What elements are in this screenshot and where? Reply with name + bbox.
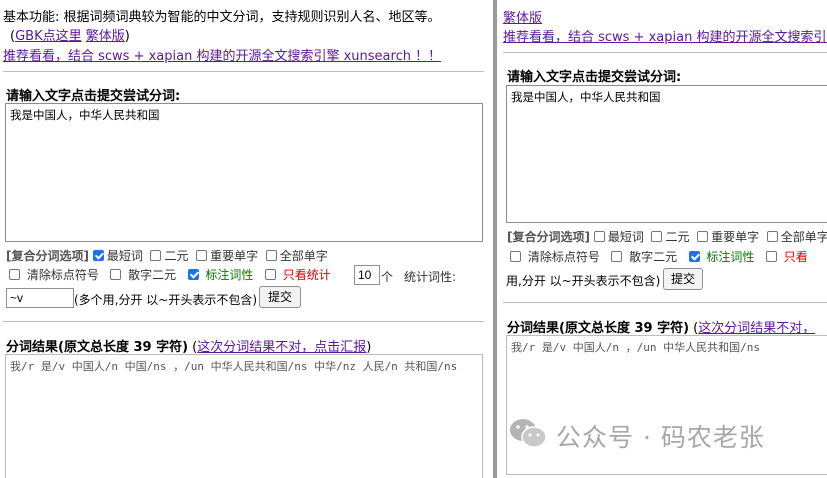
watermark: 公众号 · 码农老张 (508, 416, 765, 456)
all-single-label: 全部单字 (279, 249, 328, 263)
right-pos-filter-hint: 用,分开 以~开头表示不包含) (506, 274, 661, 288)
binary-checkbox[interactable] (150, 250, 162, 261)
right-pane: ─────────────── 繁体版 推荐看看，结合 scws + xapia… (497, 0, 827, 478)
right-remove-punct-label: 清除标点符号 (527, 250, 600, 264)
divider-top (3, 71, 484, 72)
tag-pos-checkbox[interactable] (187, 269, 199, 280)
result-textarea[interactable]: 我/r 是/v 中国人/n 中国/ns ，/un 中华人民共和国/ns 中华/n… (5, 354, 483, 478)
options-row-1: [复合分词选项] 最短词 二元 重要单字 全部单字 (6, 247, 328, 264)
report-link[interactable]: 这次分词结果不对，点击汇报 (197, 340, 366, 355)
important-single-label: 重要单字 (210, 249, 259, 263)
stats-count-unit: 个 (381, 270, 394, 284)
right-divider-result (503, 302, 827, 303)
options-row-2: 清除标点符号 散字二元 标注词性 只看统计 (9, 266, 331, 283)
right-remove-punct-checkbox[interactable] (510, 251, 521, 262)
stat-pos-label: 统计词性: (404, 270, 457, 284)
right-shortest-label: 最短词 (607, 230, 644, 244)
right-divider-top (503, 52, 827, 53)
traditional-link[interactable]: 繁体版 (86, 29, 125, 44)
intro-text: 基本功能: 根据词频词典较为智能的中文分词，支持规则识别人名、地区等。 (3, 10, 441, 25)
remove-punct-label: 清除标点符号 (26, 268, 99, 282)
stats-only-label: 只看统计 (282, 268, 331, 282)
scatter-binary-label: 散字二元 (128, 268, 177, 282)
right-stats-checkbox[interactable] (765, 251, 777, 262)
right-options-row-2: 清除标点符号 散字二元 标注词性 只看 (510, 248, 808, 265)
right-submit-button[interactable]: 提交 (663, 268, 703, 290)
right-binary-label: 二元 (665, 230, 690, 244)
right-promo-link[interactable]: 推荐看看，结合 scws + xapian 构建的开源全文搜索引擎 xunsea… (503, 26, 827, 45)
right-all-checkbox[interactable] (766, 231, 778, 242)
shortest-checkbox[interactable] (92, 250, 104, 261)
all-single-checkbox[interactable] (265, 250, 277, 261)
divider-result (3, 321, 484, 322)
right-tag-pos-label: 标注词性 (706, 250, 755, 264)
segment-input-textarea[interactable]: 我是中国人，中华人民共和国 (5, 103, 483, 242)
version-links: (GBK点这里 繁体版) (10, 25, 130, 44)
close-paren: ) (124, 29, 130, 44)
wechat-icon (508, 417, 548, 455)
right-options-row-1: [复合分词选项] 最短词 二元 重要单字 全部单字 (507, 228, 827, 245)
stats-count-input[interactable] (354, 265, 380, 285)
xunsearch-promo-link[interactable]: 推荐看看，结合 scws + xapian 构建的开源全文搜索引擎 xunsea… (3, 45, 441, 64)
right-options-label: [复合分词选项] (507, 230, 590, 244)
tag-pos-label: 标注词性 (205, 268, 254, 282)
right-result-header: 分词结果(原文总长度 39 字符) (这次分词结果不对， (507, 317, 815, 336)
result-title: 分词结果(原文总长度 39 字符) (6, 340, 189, 355)
important-single-checkbox[interactable] (196, 250, 208, 261)
right-report-link[interactable]: 这次分词结果不对， (698, 321, 815, 336)
remove-punct-checkbox[interactable] (9, 269, 20, 280)
right-important-checkbox[interactable] (697, 231, 709, 242)
binary-label: 二元 (164, 249, 189, 263)
pos-filter-input[interactable] (6, 288, 74, 308)
right-result-title: 分词结果(原文总长度 39 字符) (507, 321, 690, 336)
watermark-text: 公众号 · 码农老张 (556, 423, 765, 452)
right-input-label: 请输入文字点击提交尝试分词: (507, 70, 682, 85)
right-shortest-checkbox[interactable] (593, 231, 605, 242)
right-stats-label: 只看 (783, 250, 808, 264)
right-segment-input-textarea[interactable]: 我是中国人，中华人民共和国 (506, 85, 827, 223)
options-label: [复合分词选项] (6, 249, 89, 263)
result-header: 分词结果(原文总长度 39 字符) (这次分词结果不对，点击汇报) (6, 336, 371, 355)
right-cut-text: ─────────────── (503, 0, 620, 6)
input-label: 请输入文字点击提交尝试分词: (6, 89, 181, 104)
gbk-link[interactable]: GBK点这里 (15, 29, 82, 44)
pos-filter-hint: (多个用,分开 以~开头表示不包含) (74, 293, 258, 307)
right-important-label: 重要单字 (711, 230, 760, 244)
right-traditional-link[interactable]: 繁体版 (503, 7, 542, 26)
close-paren: ) (366, 340, 372, 355)
right-scatter-checkbox[interactable] (611, 251, 623, 262)
shortest-label: 最短词 (106, 249, 143, 263)
right-scatter-label: 散字二元 (629, 250, 678, 264)
right-tag-pos-checkbox[interactable] (688, 251, 700, 262)
scatter-binary-checkbox[interactable] (110, 269, 122, 280)
stats-only-checkbox[interactable] (264, 269, 276, 280)
left-pane: 基本功能: 根据词频词典较为智能的中文分词，支持规则识别人名、地区等。 (GBK… (0, 0, 493, 478)
submit-button[interactable]: 提交 (259, 286, 301, 308)
right-binary-checkbox[interactable] (651, 231, 663, 242)
right-all-label: 全部单字 (780, 230, 827, 244)
